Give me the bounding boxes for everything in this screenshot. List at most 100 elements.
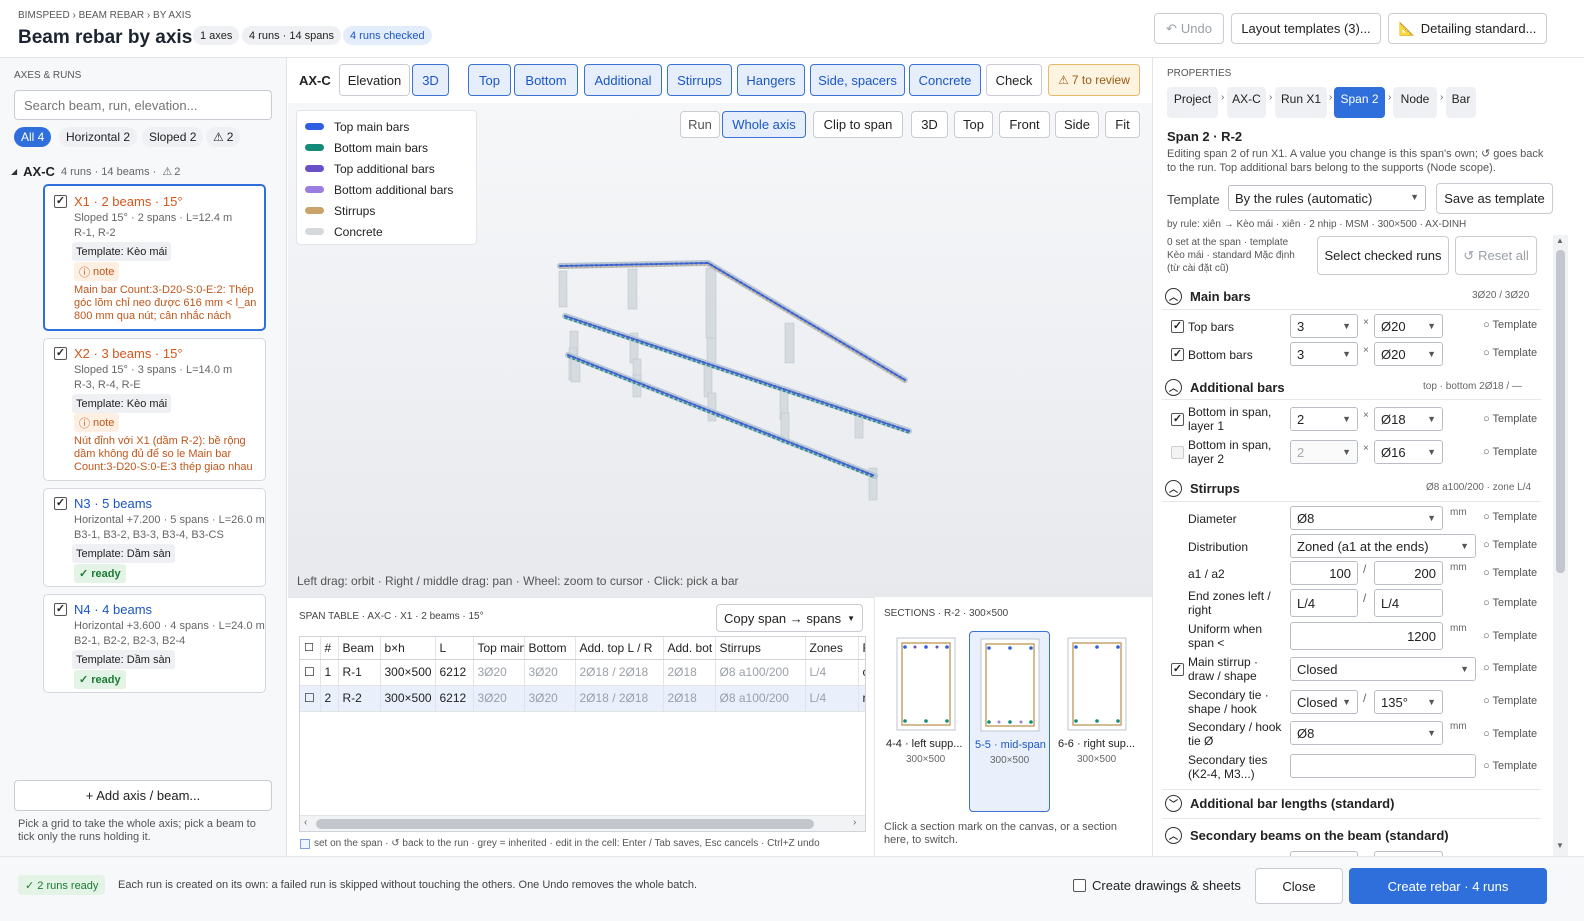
template-radio[interactable]: ○ Template bbox=[1483, 695, 1537, 707]
crumb-axis[interactable]: AX-C bbox=[1227, 87, 1266, 118]
add-axis-button[interactable]: + Add axis / beam... bbox=[14, 780, 272, 811]
scroll-down-icon[interactable]: ▼ bbox=[1556, 841, 1564, 850]
section-card-right[interactable]: 6-6 · right sup... 300×500 bbox=[1055, 631, 1140, 781]
scroll-up-icon[interactable]: ▲ bbox=[1556, 236, 1564, 245]
template-radio[interactable]: ○ Template bbox=[1483, 567, 1537, 579]
template-radio[interactable]: ○ Template bbox=[1483, 597, 1537, 609]
secondary-tie-diameter-select[interactable]: Ø8 ▼ bbox=[1290, 721, 1443, 745]
section-card-left[interactable]: 4-4 · left supp... 300×500 bbox=[884, 631, 966, 781]
template-radio[interactable]: ○ Template bbox=[1483, 630, 1537, 642]
bottom-bars-diameter-select[interactable]: Ø20 ▼ bbox=[1374, 342, 1443, 366]
view-whole-axis-button[interactable]: Whole axis bbox=[722, 111, 806, 138]
scroll-right-icon[interactable]: › bbox=[853, 817, 856, 828]
template-radio[interactable]: ○ Template bbox=[1483, 446, 1537, 458]
clip-to-span-button[interactable]: Clip to span bbox=[813, 111, 903, 138]
layer-additional[interactable]: Additional bbox=[584, 64, 662, 96]
add-layer2-count-select[interactable]: 2 ▼ bbox=[1290, 440, 1358, 464]
review-button[interactable]: ⚠ 7 to review bbox=[1048, 64, 1140, 96]
bottom-bars-count-select[interactable]: 3 ▼ bbox=[1290, 342, 1358, 366]
save-as-template-button[interactable]: Save as template bbox=[1436, 183, 1553, 214]
section-card-mid[interactable]: 5-5 · mid-span 300×500 bbox=[969, 631, 1050, 812]
table-row[interactable]: ☐ 2 R-2 300×500 6212 3Ø20 3Ø20 2Ø18 / 2Ø… bbox=[300, 685, 865, 712]
add-layer1-checkbox[interactable]: ✓ bbox=[1171, 413, 1184, 426]
top-bars-count-select[interactable]: 3 ▼ bbox=[1290, 314, 1358, 338]
bottom-bars-checkbox[interactable]: ✓ bbox=[1171, 348, 1184, 361]
row-checkbox[interactable]: ☐ bbox=[300, 659, 321, 686]
end-zone-right-input[interactable]: L/4 bbox=[1374, 589, 1443, 617]
crumb-run[interactable]: Run X1 bbox=[1275, 87, 1327, 118]
scrollbar-thumb[interactable] bbox=[316, 819, 814, 829]
check-button[interactable]: Check bbox=[986, 64, 1042, 96]
template-radio[interactable]: ○ Template bbox=[1483, 347, 1537, 359]
secondary-tie-hook-select[interactable]: 135° ▼ bbox=[1374, 690, 1443, 714]
top-bars-checkbox[interactable]: ✓ bbox=[1171, 320, 1184, 333]
layer-top[interactable]: Top bbox=[468, 64, 511, 96]
axis-tree-node[interactable]: ◢ AX-C 4 runs · 14 beams · ⚠ 2 bbox=[11, 164, 180, 179]
layer-hangers[interactable]: Hangers bbox=[737, 64, 805, 96]
secondary-ties-input[interactable] bbox=[1290, 754, 1476, 778]
view-3d-button[interactable]: 3D bbox=[911, 111, 948, 138]
search-input[interactable] bbox=[14, 90, 272, 120]
stirrups-section-toggle[interactable]: ︿ Stirrups bbox=[1165, 480, 1240, 497]
layout-templates-button[interactable]: Layout templates (3)... bbox=[1231, 13, 1381, 44]
view-run-button[interactable]: Run bbox=[680, 111, 720, 138]
end-zone-left-input[interactable]: L/4 bbox=[1290, 589, 1358, 617]
template-radio[interactable]: ○ Template bbox=[1483, 539, 1537, 551]
create-rebar-button[interactable]: Create rebar · 4 runs bbox=[1349, 868, 1547, 904]
view-top-button[interactable]: Top bbox=[954, 111, 993, 138]
secondary-tie-shape-select[interactable]: Closed ▼ bbox=[1290, 690, 1358, 714]
secondary-beams-toggle[interactable]: ︿ Secondary beams on the beam (standard) bbox=[1165, 827, 1449, 844]
layer-side-spacers[interactable]: Side, spacers bbox=[810, 64, 905, 96]
filter-sloped[interactable]: Sloped 2 bbox=[142, 127, 204, 147]
template-select[interactable]: By the rules (automatic) ▼ bbox=[1228, 185, 1426, 211]
crumb-span[interactable]: Span 2 bbox=[1334, 87, 1385, 118]
crumb-project[interactable]: Project bbox=[1167, 87, 1218, 118]
scrollbar-thumb[interactable] bbox=[1556, 250, 1565, 573]
add-layer1-count-select[interactable]: 2 ▼ bbox=[1290, 407, 1358, 431]
scroll-left-icon[interactable]: ‹ bbox=[304, 817, 307, 828]
filter-horizontal[interactable]: Horizontal 2 bbox=[59, 127, 138, 147]
layer-bottom[interactable]: Bottom bbox=[514, 64, 578, 96]
filter-all[interactable]: All 4 bbox=[14, 127, 52, 147]
tab-3d[interactable]: 3D bbox=[412, 64, 449, 96]
view-side-button[interactable]: Side bbox=[1055, 111, 1099, 138]
horizontal-scrollbar[interactable]: ‹ › bbox=[300, 815, 865, 831]
view-front-button[interactable]: Front bbox=[999, 111, 1050, 138]
add-layer2-diameter-select[interactable]: Ø16 ▼ bbox=[1374, 440, 1443, 464]
uniform-span-input[interactable]: 1200 bbox=[1290, 622, 1443, 650]
run-checkbox-n4[interactable]: ✓ bbox=[54, 603, 67, 616]
layer-concrete[interactable]: Concrete bbox=[909, 64, 981, 96]
copy-span-button[interactable]: Copy span → spans ▼ bbox=[716, 604, 863, 632]
stirrup-distribution-select[interactable]: Zoned (a1 at the ends) ▼ bbox=[1290, 534, 1476, 558]
template-radio[interactable]: ○ Template bbox=[1483, 728, 1537, 740]
view-fit-button[interactable]: Fit bbox=[1105, 111, 1140, 138]
template-radio[interactable]: ○ Template bbox=[1483, 662, 1537, 674]
select-checked-runs-button[interactable]: Select checked runs bbox=[1317, 236, 1449, 275]
detailing-standard-button[interactable]: 📐 Detailing standard... bbox=[1388, 13, 1547, 44]
create-drawings-checkbox[interactable] bbox=[1073, 879, 1086, 892]
close-button[interactable]: Close bbox=[1255, 868, 1343, 904]
run-checkbox-x1[interactable]: ✓ bbox=[54, 195, 67, 208]
properties-scrollbar[interactable]: ▲ ▼ bbox=[1553, 235, 1568, 856]
filter-warnings[interactable]: ⚠ 2 bbox=[206, 127, 241, 147]
run-checkbox-n3[interactable]: ✓ bbox=[54, 497, 67, 510]
add-layer1-diameter-select[interactable]: Ø18 ▼ bbox=[1374, 407, 1443, 431]
template-radio[interactable]: ○ Template bbox=[1483, 511, 1537, 523]
template-radio[interactable]: ○ Template bbox=[1483, 319, 1537, 331]
reset-all-button[interactable]: ↺ Reset all bbox=[1455, 236, 1537, 275]
table-row[interactable]: ☐ 1 R-1 300×500 6212 3Ø20 3Ø20 2Ø18 / 2Ø… bbox=[300, 659, 865, 686]
main-stirrup-shape-select[interactable]: Closed ▼ bbox=[1290, 657, 1476, 681]
add-layer2-checkbox[interactable] bbox=[1171, 446, 1184, 459]
top-bars-diameter-select[interactable]: Ø20 ▼ bbox=[1374, 314, 1443, 338]
row-checkbox[interactable]: ☐ bbox=[300, 685, 321, 712]
additional-bar-lengths-toggle[interactable]: ﹀ Additional bar lengths (standard) bbox=[1165, 795, 1394, 812]
select-all-checkbox[interactable]: ☐ bbox=[300, 637, 321, 660]
main-stirrup-checkbox[interactable]: ✓ bbox=[1171, 663, 1184, 676]
a2-input[interactable]: 200 bbox=[1374, 561, 1443, 585]
crumb-node[interactable]: Node bbox=[1393, 87, 1437, 118]
a1-input[interactable]: 100 bbox=[1290, 561, 1358, 585]
template-radio[interactable]: ○ Template bbox=[1483, 760, 1537, 772]
layer-stirrups[interactable]: Stirrups bbox=[667, 64, 732, 96]
tab-elevation[interactable]: Elevation bbox=[339, 64, 410, 96]
undo-button[interactable]: ↶ Undo bbox=[1154, 13, 1224, 44]
